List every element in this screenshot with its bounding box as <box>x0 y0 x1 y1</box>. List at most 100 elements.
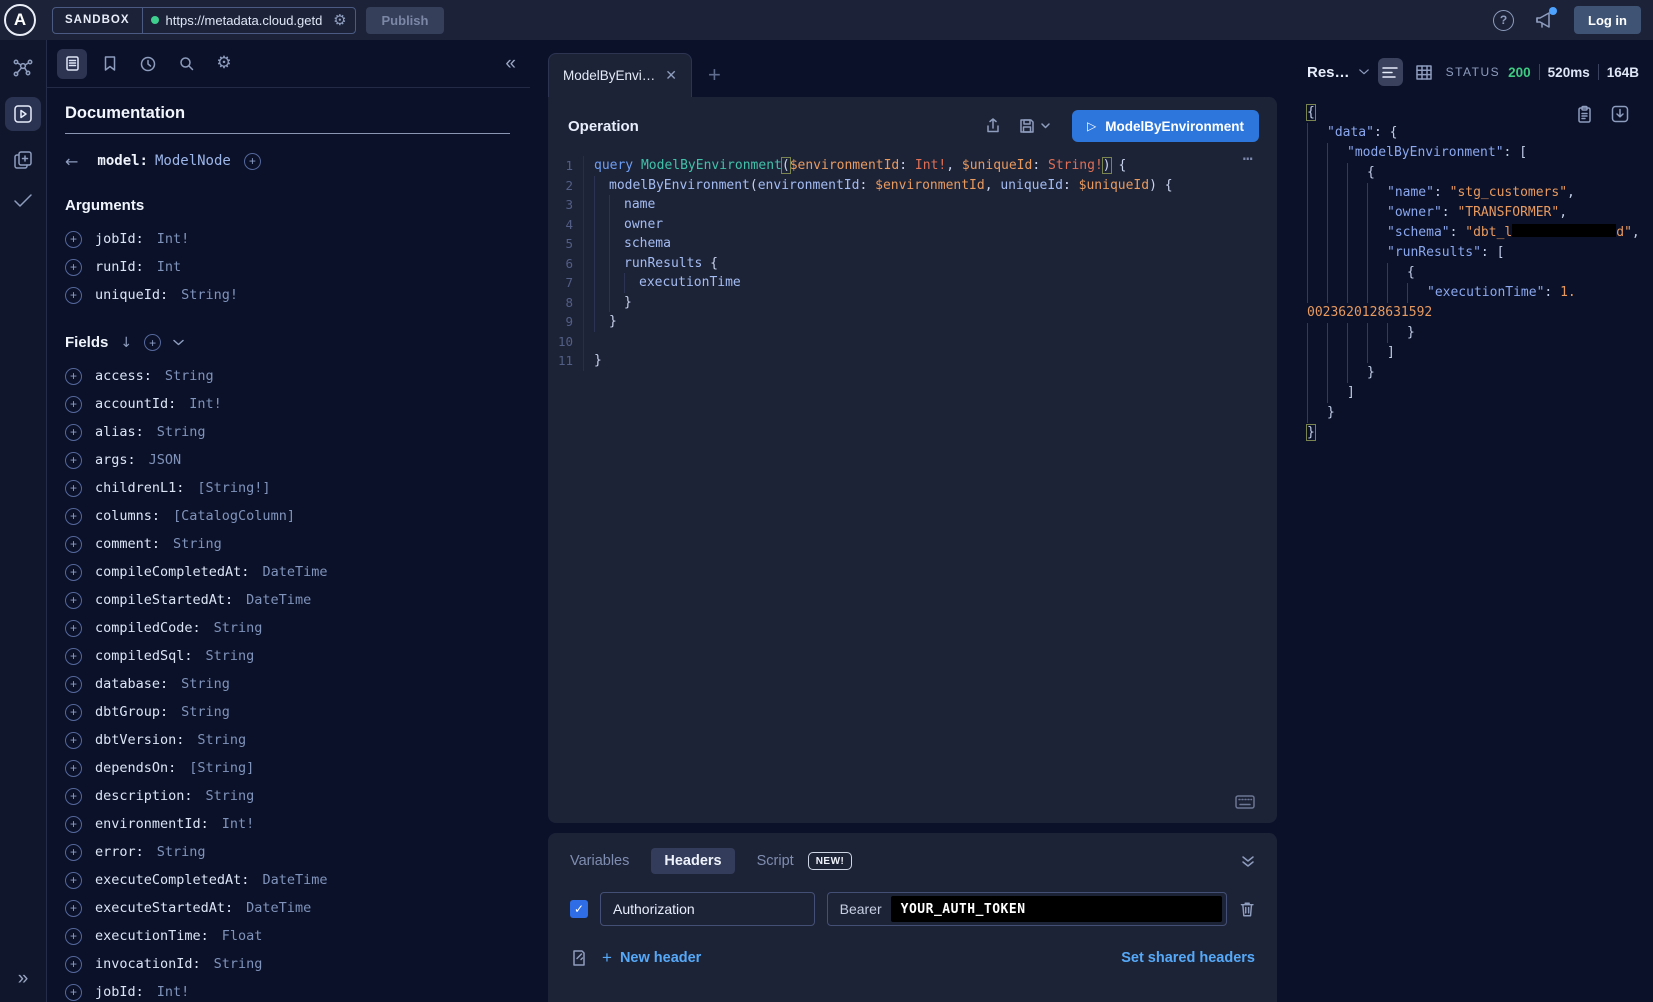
save-button-group[interactable] <box>1018 117 1050 135</box>
table-view-button[interactable] <box>1412 58 1437 86</box>
field-row[interactable]: environmentId:Int! <box>65 810 510 838</box>
plus-circle-icon[interactable] <box>65 508 82 525</box>
search-tab-button[interactable] <box>171 49 201 79</box>
trash-icon[interactable] <box>1239 900 1255 918</box>
field-type[interactable]: Float <box>222 928 263 944</box>
field-type[interactable]: [CatalogColumn] <box>173 508 295 524</box>
plus-circle-icon[interactable] <box>65 900 82 917</box>
field-row[interactable]: childrenL1:[String!] <box>65 474 510 502</box>
graphql-editor[interactable]: ⋯ 1query ModelByEnvironment($environment… <box>548 148 1277 823</box>
back-arrow-icon[interactable]: ← <box>65 152 78 171</box>
plus-circle-icon[interactable] <box>65 984 82 1001</box>
plus-circle-icon[interactable] <box>144 334 161 351</box>
chevron-down-icon[interactable] <box>1359 68 1369 76</box>
publish-button[interactable]: Publish <box>366 7 445 34</box>
run-operation-button[interactable]: ▷ ModelByEnvironment <box>1072 110 1259 142</box>
more-menu-icon[interactable]: ⋯ <box>1243 150 1255 170</box>
endpoint-url-text[interactable]: https://metadata.cloud.getd <box>166 13 327 28</box>
plus-circle-icon[interactable] <box>65 259 82 276</box>
script-page-icon[interactable] <box>570 949 588 967</box>
bookmarks-tab-button[interactable] <box>95 49 125 79</box>
plus-circle-icon[interactable] <box>65 844 82 861</box>
nav-graph-button[interactable] <box>11 56 35 80</box>
plus-circle-icon[interactable] <box>65 480 82 497</box>
plus-circle-icon[interactable] <box>65 676 82 693</box>
header-enabled-checkbox[interactable]: ✓ <box>570 900 588 918</box>
plus-circle-icon[interactable] <box>65 620 82 637</box>
field-row[interactable]: dbtVersion:String <box>65 726 510 754</box>
plus-circle-icon[interactable] <box>65 564 82 581</box>
chevron-down-icon[interactable] <box>173 339 184 346</box>
field-row[interactable]: compileStartedAt:DateTime <box>65 586 510 614</box>
field-row[interactable]: dbtGroup:String <box>65 698 510 726</box>
plus-circle-icon[interactable] <box>65 928 82 945</box>
field-row[interactable]: dependsOn:[String] <box>65 754 510 782</box>
field-type[interactable]: Int <box>157 259 181 275</box>
tab-headers[interactable]: Headers <box>651 848 734 874</box>
field-type[interactable]: DateTime <box>262 564 327 580</box>
list-view-button[interactable] <box>1378 58 1403 86</box>
plus-circle-icon[interactable] <box>65 704 82 721</box>
new-header-button[interactable]: + New header <box>602 948 701 968</box>
breadcrumb-type-name[interactable]: ModelNode <box>155 153 231 169</box>
plus-circle-icon[interactable] <box>65 788 82 805</box>
plus-circle-icon[interactable] <box>65 872 82 889</box>
argument-row[interactable]: jobId:Int! <box>65 225 510 253</box>
settings-tab-button[interactable]: ⚙ <box>209 49 239 79</box>
nav-checklist-button[interactable] <box>11 189 35 213</box>
field-type[interactable]: String! <box>181 287 238 303</box>
help-icon[interactable]: ? <box>1493 10 1514 31</box>
field-row[interactable]: executeStartedAt:DateTime <box>65 894 510 922</box>
field-row[interactable]: description:String <box>65 782 510 810</box>
field-row[interactable]: args:JSON <box>65 446 510 474</box>
plus-circle-icon[interactable] <box>65 424 82 441</box>
field-row[interactable]: alias:String <box>65 418 510 446</box>
field-row[interactable]: invocationId:String <box>65 950 510 978</box>
plus-circle-icon[interactable] <box>65 368 82 385</box>
field-type[interactable]: String <box>181 704 230 720</box>
announcements-button[interactable] <box>1534 10 1554 30</box>
plus-circle-icon[interactable] <box>65 956 82 973</box>
new-tab-button[interactable]: + <box>708 62 721 88</box>
plus-circle-icon[interactable] <box>65 452 82 469</box>
nav-sandbox-pages-button[interactable] <box>11 148 35 172</box>
sort-down-icon[interactable]: ↓ <box>120 335 132 351</box>
history-tab-button[interactable] <box>133 49 163 79</box>
field-type[interactable]: [String!] <box>197 480 270 496</box>
field-type[interactable]: String <box>165 368 214 384</box>
nav-explorer-button-active[interactable] <box>5 97 41 131</box>
collapse-docs-icon[interactable]: « <box>505 53 516 75</box>
keyboard-icon[interactable] <box>1235 795 1255 809</box>
field-type[interactable]: String <box>157 424 206 440</box>
header-key-input[interactable] <box>600 892 815 926</box>
plus-circle-icon[interactable] <box>65 536 82 553</box>
field-type[interactable]: Int! <box>157 231 190 247</box>
plus-circle-icon[interactable] <box>65 760 82 777</box>
field-type[interactable]: String <box>181 676 230 692</box>
field-row[interactable]: compiledSql:String <box>65 642 510 670</box>
field-row[interactable]: executeCompletedAt:DateTime <box>65 866 510 894</box>
field-type[interactable]: Int! <box>157 984 190 1000</box>
field-type[interactable]: Int! <box>189 396 222 412</box>
clipboard-icon[interactable] <box>1576 105 1593 124</box>
operation-tab[interactable]: ModelByEnvi… ✕ <box>548 53 692 97</box>
endpoint-url-field[interactable]: https://metadata.cloud.getd ⚙ <box>143 8 355 33</box>
field-type[interactable]: DateTime <box>246 592 311 608</box>
collapse-panel-icon[interactable] <box>1241 855 1255 868</box>
close-icon[interactable]: ✕ <box>665 67 677 84</box>
field-row[interactable]: compiledCode:String <box>65 614 510 642</box>
argument-row[interactable]: uniqueId:String! <box>65 281 510 309</box>
download-icon[interactable] <box>1611 105 1629 123</box>
field-row[interactable]: jobId:Int! <box>65 978 510 1002</box>
set-shared-headers-button[interactable]: Set shared headers <box>1121 950 1255 966</box>
tab-variables[interactable]: Variables <box>570 853 629 869</box>
connection-settings-gear-icon[interactable]: ⚙ <box>333 13 346 28</box>
field-row[interactable]: access:String <box>65 362 510 390</box>
field-type[interactable]: [String] <box>189 760 254 776</box>
login-button[interactable]: Log in <box>1574 6 1641 34</box>
field-type[interactable]: String <box>197 732 246 748</box>
field-type[interactable]: DateTime <box>246 900 311 916</box>
share-icon[interactable] <box>984 117 1002 135</box>
argument-row[interactable]: runId:Int <box>65 253 510 281</box>
docs-tab-button[interactable] <box>57 49 87 79</box>
